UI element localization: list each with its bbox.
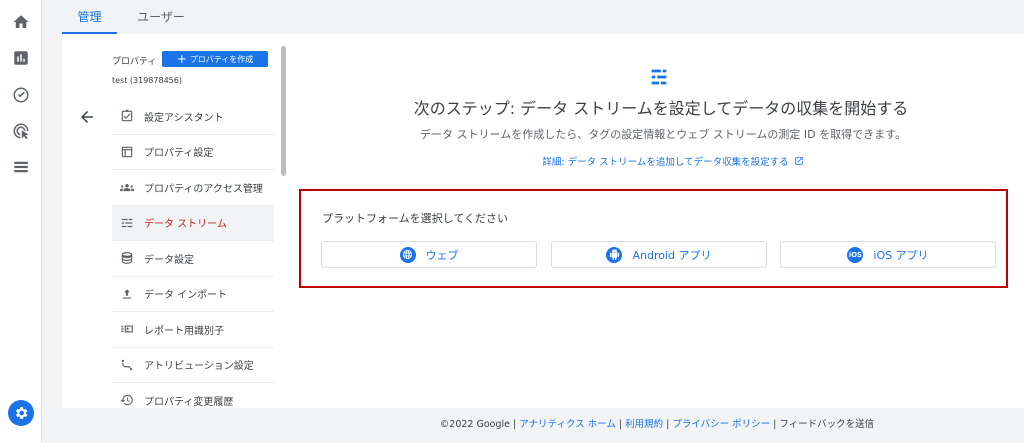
- next-step-headline: 次のステップ: データ ストリームを設定してデータの収集を開始する: [413, 99, 909, 118]
- android-icon: [606, 246, 623, 263]
- nav-item-data-settings[interactable]: データ設定: [112, 241, 274, 277]
- create-property-button[interactable]: + プロパティを作成: [162, 51, 268, 67]
- nav-item-reporting-identity[interactable]: レポート用識別子: [112, 312, 274, 348]
- nav-item-data-import[interactable]: データ インポート: [112, 277, 274, 312]
- platform-select-title: プラットフォームを選択してください: [322, 212, 509, 225]
- database-icon: [119, 250, 135, 266]
- property-label: プロパティ: [112, 57, 157, 67]
- nav-item-label: アトリビューション設定: [144, 361, 254, 373]
- nav-item-label: プロパティ変更履歴: [144, 396, 234, 408]
- gear-icon[interactable]: [8, 400, 34, 426]
- web-platform-label: ウェブ: [425, 248, 459, 262]
- configure-icon[interactable]: [11, 157, 31, 177]
- top-tab-bar: 管理 ユーザー: [42, 0, 1024, 34]
- data-stream-icon: [119, 215, 135, 231]
- create-property-label: プロパティを作成: [189, 54, 254, 64]
- footer-link-analytics-home[interactable]: アナリティクス ホーム: [519, 419, 616, 430]
- data-stream-icon: [648, 66, 670, 88]
- people-icon: [119, 179, 135, 195]
- left-nav-rail: [0, 0, 42, 443]
- explore-icon[interactable]: [11, 85, 31, 105]
- attribution-icon: [119, 357, 135, 373]
- android-platform-label: Android アプリ: [632, 248, 712, 262]
- property-id: test (319878456): [112, 76, 182, 85]
- nav-item-property-settings[interactable]: プロパティ設定: [112, 135, 274, 170]
- nav-scrollbar[interactable]: [281, 46, 286, 176]
- ios-platform-label: iOS アプリ: [873, 248, 929, 262]
- globe-icon: [399, 246, 416, 263]
- nav-item-label: データ ストリーム: [144, 219, 227, 231]
- layout-icon: [119, 144, 135, 160]
- nav-item-label: レポート用識別子: [144, 325, 224, 337]
- nav-item-attribution-settings[interactable]: アトリビューション設定: [112, 348, 274, 383]
- tab-user[interactable]: ユーザー: [126, 0, 196, 34]
- next-step-description: データ ストリームを作成したら、タグの設定情報とウェブ ストリームの測定 ID …: [420, 128, 906, 141]
- upload-icon: [119, 286, 135, 302]
- footer-link-terms[interactable]: 利用規約: [625, 419, 663, 430]
- home-icon[interactable]: [11, 12, 31, 32]
- ios-platform-button[interactable]: iOS iOS アプリ: [780, 241, 996, 268]
- android-platform-button[interactable]: Android アプリ: [551, 241, 767, 268]
- checklist-icon: [119, 108, 135, 124]
- nav-item-property-change-history[interactable]: プロパティ変更履歴: [112, 383, 274, 408]
- nav-item-label: 設定アシスタント: [144, 112, 224, 124]
- nav-item-property-access[interactable]: プロパティのアクセス管理: [112, 170, 274, 206]
- advertising-icon[interactable]: [11, 121, 31, 141]
- open-in-new-icon: [794, 156, 804, 166]
- nav-item-label: プロパティ設定: [144, 148, 214, 160]
- nav-item-label: データ設定: [144, 254, 194, 266]
- send-feedback-link[interactable]: フィードバックを送信: [779, 419, 874, 430]
- history-icon: [119, 392, 135, 408]
- footer-link-privacy[interactable]: プライバシー ポリシー: [672, 419, 770, 430]
- property-menu-list: 設定アシスタント プロパティ設定 プロパティのアクセス管理 データ ストリーム …: [112, 99, 274, 408]
- reports-icon[interactable]: [11, 48, 31, 68]
- footer-copyright: ©2022 Google: [439, 419, 510, 430]
- page-footer: ©2022 Google | アナリティクス ホーム | 利用規約 | プライバシー ポリシ…: [439, 419, 875, 430]
- tab-admin[interactable]: 管理: [62, 0, 117, 34]
- nav-item-label: データ インポート: [144, 290, 228, 302]
- platform-selection-panel: プラットフォームを選択してください ウェブ Android アプリ iOS iO…: [299, 189, 1008, 288]
- learn-more-link[interactable]: 詳細: データ ストリームを追加してデータ収集を設定する: [290, 154, 1024, 168]
- main-content: 次のステップ: データ ストリームを設定してデータの収集を開始する データ スト…: [290, 34, 1024, 408]
- plus-icon: +: [176, 52, 187, 66]
- admin-property-nav: プロパティ + プロパティを作成 test (319878456) 設定アシスタ…: [62, 34, 290, 408]
- back-arrow-icon[interactable]: [78, 108, 96, 126]
- nav-item-setup-assistant[interactable]: 設定アシスタント: [112, 99, 274, 135]
- identity-icon: [119, 321, 135, 337]
- nav-item-data-streams[interactable]: データ ストリーム: [112, 205, 274, 241]
- nav-item-label: プロパティのアクセス管理: [144, 183, 263, 195]
- web-platform-button[interactable]: ウェブ: [321, 241, 537, 268]
- ios-icon: iOS: [847, 246, 864, 263]
